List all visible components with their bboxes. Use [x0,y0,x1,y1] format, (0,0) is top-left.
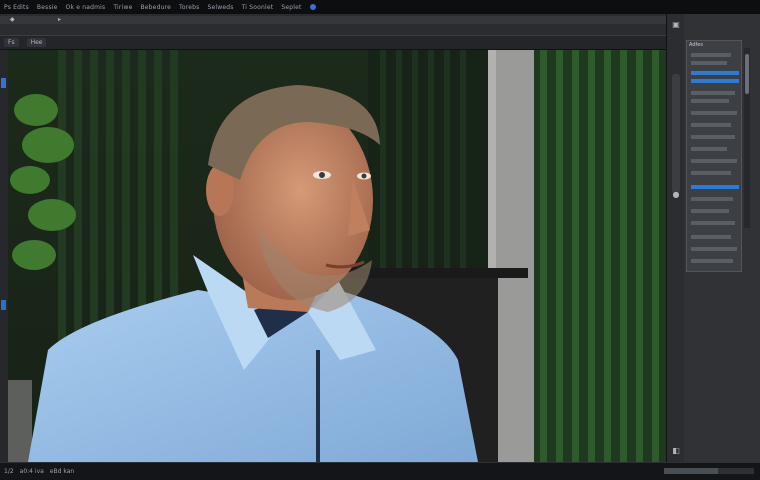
menu-item-8[interactable]: Ti Soonlet [242,4,274,11]
history-icon[interactable]: ● [671,190,681,200]
tool-brush-button[interactable] [1,300,6,310]
image-canvas[interactable] [8,50,666,462]
doc-tab-2[interactable]: Hee [26,38,47,47]
dock-scrollbar[interactable] [672,74,680,194]
panel-row[interactable] [691,235,731,239]
menu-item-2[interactable]: Bessie [37,4,58,11]
panel-title: Adfes [689,42,703,48]
panel-row[interactable] [691,61,727,65]
panel-row[interactable] [691,221,735,225]
panel-row[interactable] [691,209,729,213]
menu-bar: Ps Edits Bessie Ok e nadmis Tiriwe Bebed… [0,0,760,14]
tool-option-icon[interactable]: ▸ [58,17,66,23]
panel-row[interactable] [691,197,733,201]
status-doc: eBd kan [49,468,75,475]
document-tabs: Fs Hee [0,36,670,50]
settings-icon[interactable]: ◧ [671,446,681,456]
panel-row[interactable] [691,99,729,103]
panel-row[interactable] [691,171,731,175]
status-info: a0:4 iva [19,468,44,475]
panel-scrollbar[interactable] [744,48,750,228]
panel-row[interactable] [691,135,735,139]
status-dot-icon [309,4,316,10]
panel-row[interactable] [691,53,731,57]
panel-row-selected[interactable] [691,185,739,189]
tool-move-button[interactable] [1,78,6,88]
panel-row-selected[interactable] [691,79,739,83]
photo-man-blue-shirt [8,50,666,462]
panel-row[interactable] [691,259,733,263]
panel-row[interactable] [691,111,737,115]
menu-item-5[interactable]: Bebedure [140,4,171,11]
horizontal-scrollbar[interactable] [664,468,754,474]
status-bar: 1/2 a0:4 iva eBd kan [0,462,760,480]
toolbar-strip [0,16,670,24]
tool-preset-icon[interactable]: ◆ [10,17,18,23]
panel-row[interactable] [691,147,727,151]
layers-panel: Adfes [686,40,742,272]
panel-dock-bar: ▣ ● ◧ [666,14,685,462]
menu-item-1[interactable]: Ps Edits [4,4,29,11]
menu-item-7[interactable]: Selweds [208,4,234,11]
status-zoom: 1/2 [4,468,14,475]
menu-item-9[interactable]: Seplet [281,4,301,11]
menu-item-6[interactable]: Torebs [179,4,199,11]
panel-row[interactable] [691,91,735,95]
menu-item-3[interactable]: Ok e nadmis [66,4,106,11]
panel-collapse-icon[interactable]: ▣ [671,20,681,30]
doc-tab-1[interactable]: Fs [4,38,19,47]
panel-row[interactable] [691,123,731,127]
panel-scrollbar-thumb[interactable] [745,54,749,94]
options-toolbar: ◆ ▸ [0,14,670,36]
properties-panel: Adfes [684,14,760,462]
menu-item-4[interactable]: Tiriwe [113,4,132,11]
panel-row-selected[interactable] [691,71,739,75]
panel-row[interactable] [691,247,737,251]
panel-row[interactable] [691,159,737,163]
